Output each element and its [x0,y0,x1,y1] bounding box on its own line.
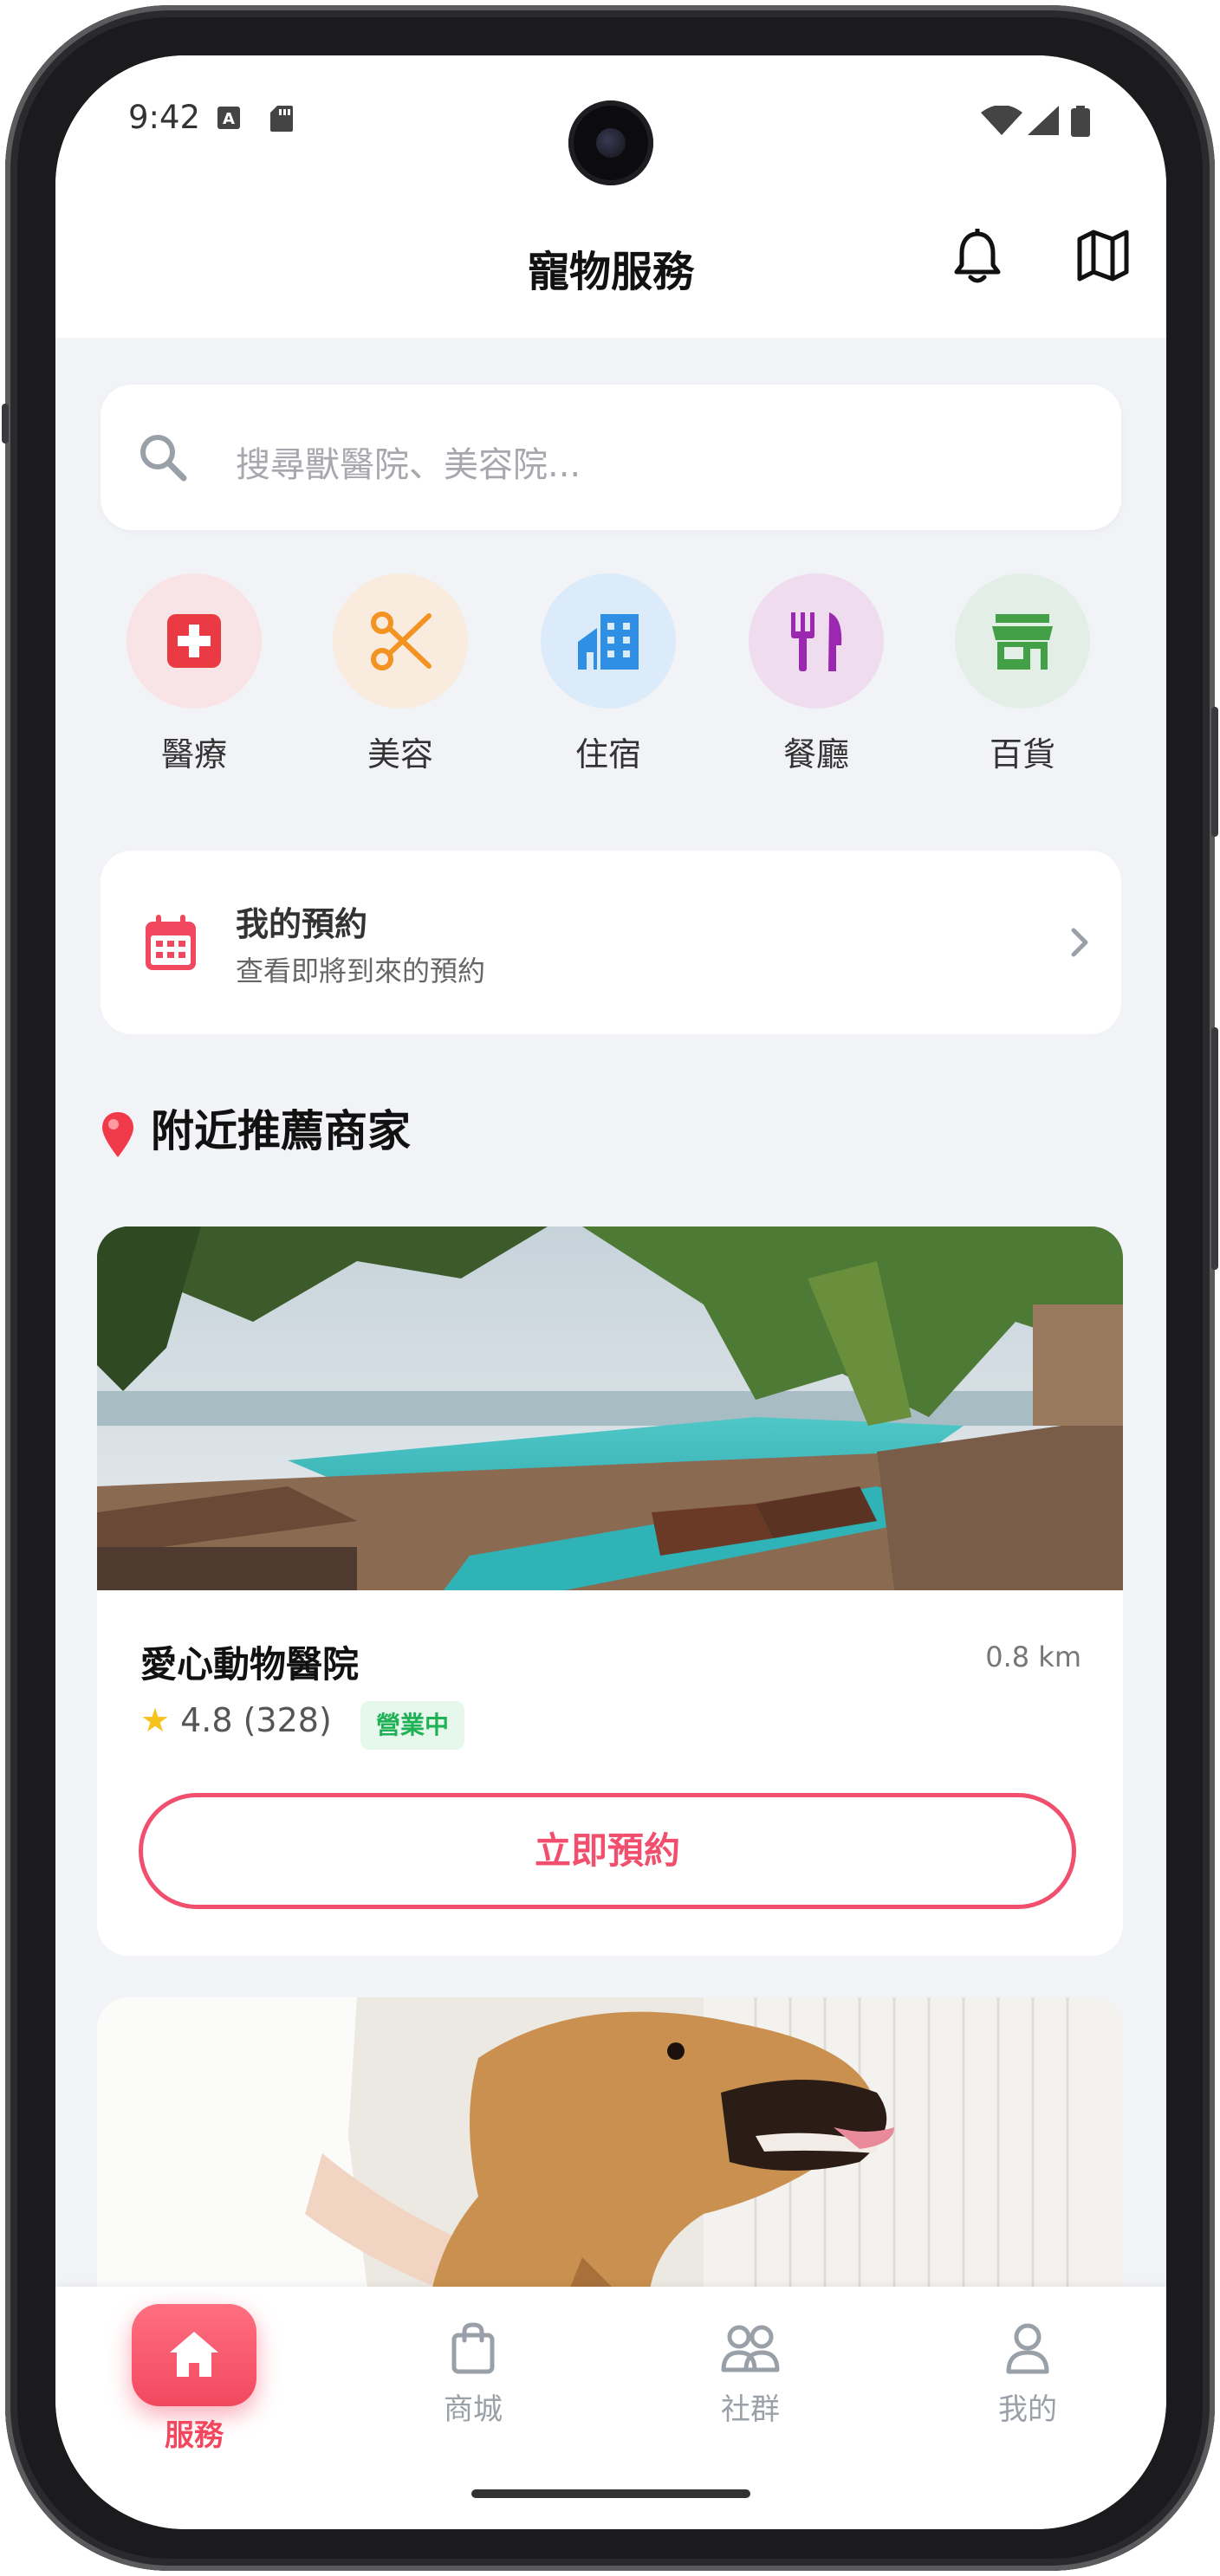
category-lodging[interactable]: 住宿 [539,573,678,775]
nav-services-button[interactable] [132,2304,256,2406]
battery-icon [1071,106,1090,137]
nav-services-label[interactable]: 服務 [125,2411,263,2454]
search-icon [140,435,187,482]
category-grooming[interactable]: 美容 [331,573,470,775]
my-appointments-card[interactable]: 我的預約 查看即將到來的預約 [101,851,1121,1034]
power-button [1211,1027,1218,1270]
nav-label: 社群 [721,2392,780,2427]
category-store[interactable]: 百貨 [953,573,1092,775]
store-icon [992,614,1053,670]
sd-card-icon [270,106,293,132]
bell-icon[interactable] [951,229,1003,286]
category-icon-circle [333,573,468,709]
merchant-photo [97,1227,1123,1590]
side-button [2,404,9,443]
screen: 9:42 A 寵物服務 搜尋獸醫院、美容院... 醫療 美容 住宿 餐廳 百貨 … [55,55,1166,2529]
medical-cross-icon [167,614,221,668]
home-icon [170,2332,218,2377]
category-label: 住宿 [574,735,641,773]
nav-label: 我的 [998,2392,1057,2427]
section-nearby: 附近推薦商家 [101,1097,411,1159]
category-label: 美容 [367,735,433,773]
chevron-right-icon [1071,928,1088,957]
nav-label: 商城 [444,2392,503,2427]
category-label: 餐廳 [782,735,849,773]
location-pin-icon [102,1111,133,1157]
volume-button [1211,707,1218,837]
building-icon [578,614,639,670]
appointments-title: 我的預約 [236,905,368,943]
nav-community[interactable]: 社群 [681,2321,820,2428]
merchant-name: 愛心動物醫院 [140,1643,360,1686]
home-indicator[interactable] [471,2489,750,2498]
category-label: 醫療 [160,735,227,773]
star-icon: ★ [140,1701,171,1739]
nav-profile[interactable]: 我的 [958,2321,1097,2428]
wifi-icon [981,106,1022,135]
category-icon-circle [541,573,676,709]
merchant-rating: ★ 4.8 (328) [140,1701,332,1739]
map-icon[interactable] [1076,229,1130,282]
shopping-bag-icon [451,2322,495,2374]
section-title: 附近推薦商家 [151,1106,411,1156]
merchant-card[interactable]: 愛心動物醫院 0.8 km ★ 4.8 (328) 營業中 立即預約 [97,1227,1123,1956]
status-time: 9:42 [128,99,201,136]
phone-frame: 9:42 A 寵物服務 搜尋獸醫院、美容院... 醫療 美容 住宿 餐廳 百貨 … [2,5,1218,2571]
front-camera [568,100,653,185]
scissors-icon [371,612,432,670]
people-icon [721,2325,780,2372]
book-now-button[interactable]: 立即預約 [139,1793,1076,1909]
merchant-distance: 0.8 km [985,1641,1081,1673]
svg-text:A: A [223,110,235,128]
keyboard-a-icon: A [217,107,240,129]
category-label: 百貨 [989,735,1055,773]
category-medical[interactable]: 醫療 [125,573,263,775]
category-icon-circle [127,573,262,709]
search-bar[interactable]: 搜尋獸醫院、美容院... [101,385,1121,530]
fork-knife-icon [791,612,842,671]
appointments-subtitle: 查看即將到來的預約 [236,955,486,987]
category-icon-circle [749,573,884,709]
cellular-signal-icon [1028,106,1059,135]
category-restaurant[interactable]: 餐廳 [747,573,886,775]
calendar-icon [146,915,196,970]
person-icon [1006,2323,1049,2374]
status-badge: 營業中 [360,1701,465,1750]
category-icon-circle [955,573,1090,709]
nav-mall[interactable]: 商城 [404,2321,542,2428]
rating-value: 4.8 (328) [180,1701,332,1739]
search-input[interactable]: 搜尋獸醫院、美容院... [236,437,581,487]
